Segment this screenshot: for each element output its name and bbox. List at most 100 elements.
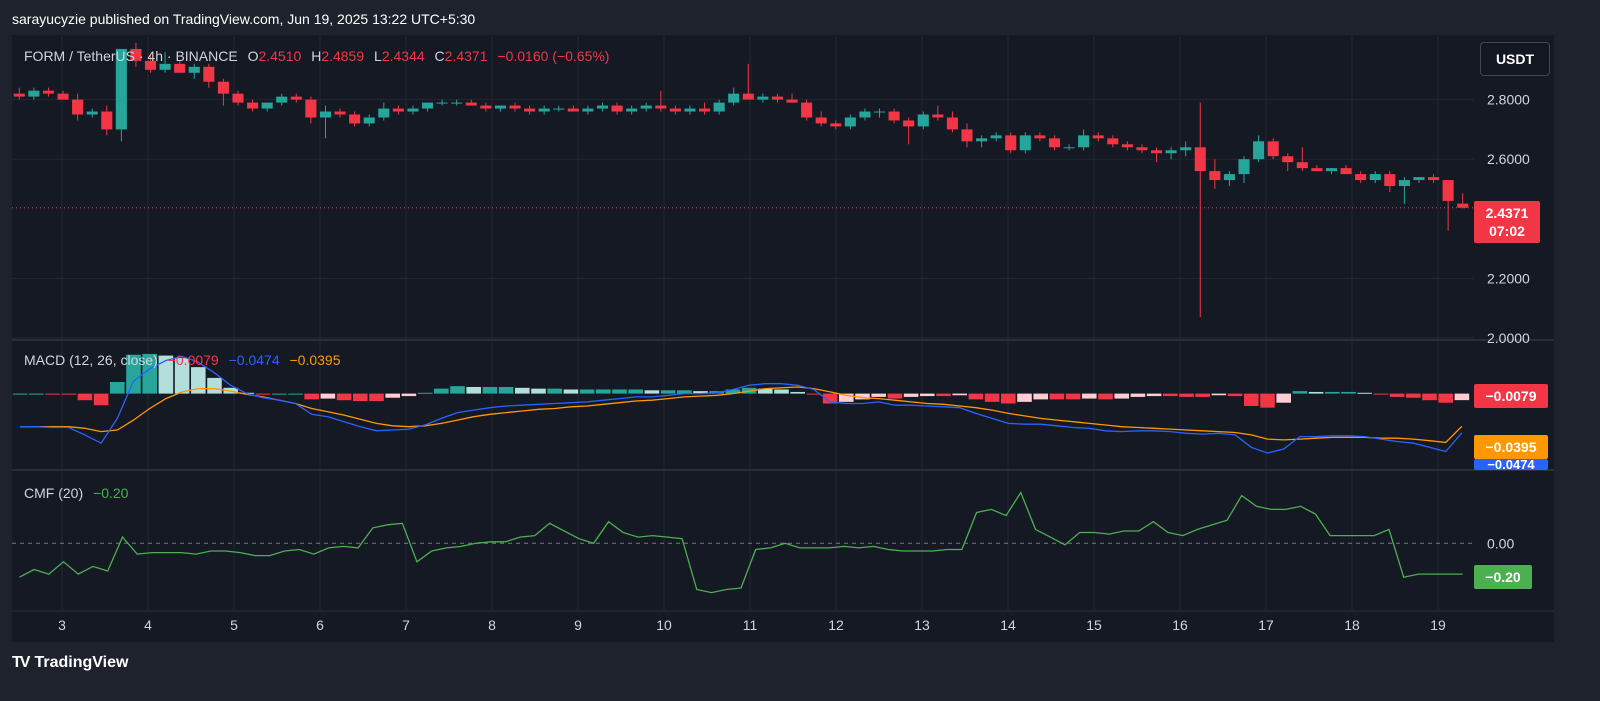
candle[interactable] [801, 99, 813, 121]
macd-histogram-bar [1325, 391, 1340, 394]
candle[interactable] [1267, 138, 1279, 160]
candle-body [247, 102, 259, 109]
macd-histogram-bar [790, 391, 805, 394]
time-tick-label: 16 [1172, 617, 1188, 633]
candle-body [494, 105, 506, 109]
candle-body [465, 102, 477, 106]
macd-histogram-bar [1406, 393, 1421, 398]
macd-histogram-bar [515, 387, 530, 394]
candle-body [859, 111, 871, 118]
macd-value-tag: −0.0474 [1474, 459, 1548, 470]
candle-body [1296, 162, 1308, 169]
candle[interactable] [1019, 132, 1031, 154]
price-tick-label: 2.8000 [1487, 92, 1530, 108]
macd-histogram-bar [1227, 393, 1243, 397]
candle-body [261, 102, 273, 109]
symbol-title[interactable]: FORM / TetherUS · 4h · BINANCE [24, 48, 238, 64]
time-tick-label: 14 [1000, 617, 1016, 633]
candle-body [1165, 150, 1177, 154]
macd-histogram-bar [1438, 393, 1453, 403]
macd-histogram-bar [77, 393, 93, 401]
macd-histogram-bar [1065, 393, 1081, 400]
time-tick-label: 12 [828, 617, 844, 633]
candle-body [451, 102, 463, 104]
macd-histogram-bar [12, 393, 28, 395]
macd-histogram-bar [1211, 393, 1227, 396]
macd-histogram-bar [887, 393, 903, 399]
macd-histogram-bar [1195, 393, 1210, 397]
macd-value: −0.0474 [228, 352, 280, 368]
candle-body [713, 102, 725, 112]
candle-body [480, 105, 492, 109]
chart-canvas[interactable]: 2.80002.60002.20002.00000.00000.00 34567… [0, 0, 1600, 701]
candle-body [305, 99, 317, 118]
candle[interactable] [1005, 132, 1017, 154]
candle-body [174, 63, 186, 73]
candle-body [42, 90, 54, 94]
macd-histogram-bar [93, 393, 109, 406]
candle-body [611, 105, 623, 112]
macd-histogram-bar [628, 389, 643, 394]
cmf-legend: CMF (20) −0.20 [24, 485, 128, 501]
time-tick-label: 13 [914, 617, 930, 633]
candle-body [946, 117, 958, 130]
candle-body [290, 96, 302, 100]
time-tick-label: 5 [230, 617, 238, 633]
macd-signal-tag: −0.0395 [1474, 435, 1548, 459]
macd-histogram-bar [1017, 393, 1032, 402]
low-label: L [374, 48, 382, 64]
macd-histogram-bar [336, 393, 352, 401]
candle-body [1457, 203, 1469, 208]
candle-body [1253, 141, 1265, 160]
candle-body [932, 114, 944, 118]
candle-body [1384, 174, 1396, 187]
macd-histogram-bar [1357, 392, 1372, 394]
candle-body [159, 63, 171, 70]
currency-button[interactable]: USDT [1480, 42, 1550, 76]
candle-body [1282, 156, 1294, 163]
candle-body [830, 123, 842, 127]
macd-histogram-bar [255, 393, 271, 395]
candle-body [1005, 135, 1017, 151]
macd-histogram-bar [1454, 393, 1470, 401]
macd-histogram-bar [288, 393, 303, 395]
macd-histogram-bar [968, 393, 984, 400]
candle-body [392, 108, 404, 112]
time-tick-label: 6 [316, 617, 324, 633]
macd-histogram-bar [1163, 393, 1178, 397]
candle-body [626, 108, 638, 112]
macd-histogram-bar [498, 386, 514, 394]
candle-body [378, 108, 390, 118]
candle-body [567, 108, 579, 112]
macd-histogram-bar [482, 386, 498, 394]
cmf-title[interactable]: CMF (20) [24, 485, 83, 501]
candle-body [1369, 174, 1381, 181]
time-tick-label: 15 [1086, 617, 1102, 633]
candle-body [1311, 168, 1323, 172]
candle-body [188, 66, 200, 73]
candle-body [1267, 141, 1279, 157]
candle-body [801, 102, 813, 118]
price-tick-label: 2.6000 [1487, 151, 1530, 167]
candle-body [232, 93, 244, 103]
macd-histogram-bar [871, 393, 886, 397]
macd-title[interactable]: MACD (12, 26, close) [24, 352, 158, 368]
candle-body [1340, 168, 1352, 175]
candle-body [57, 93, 69, 100]
macd-histogram-bar [579, 389, 595, 394]
macd-histogram-bar [1244, 393, 1259, 406]
main-legend: FORM / TetherUS · 4h · BINANCE O2.4510 H… [24, 48, 609, 64]
candle-body [1063, 147, 1075, 149]
macd-histogram-bar [110, 382, 125, 394]
macd-histogram-bar [1422, 393, 1437, 401]
time-tick-label: 17 [1258, 617, 1274, 633]
candle-body [1019, 135, 1031, 151]
time-tick-label: 18 [1344, 617, 1360, 633]
candle-body [1034, 135, 1046, 139]
candle-body [407, 108, 419, 112]
candle-body [319, 111, 332, 118]
candle-body [509, 105, 521, 109]
candle-body [1048, 138, 1061, 148]
tradingview-logo[interactable]: TV TradingView [12, 654, 128, 672]
candle-body [1428, 177, 1440, 181]
